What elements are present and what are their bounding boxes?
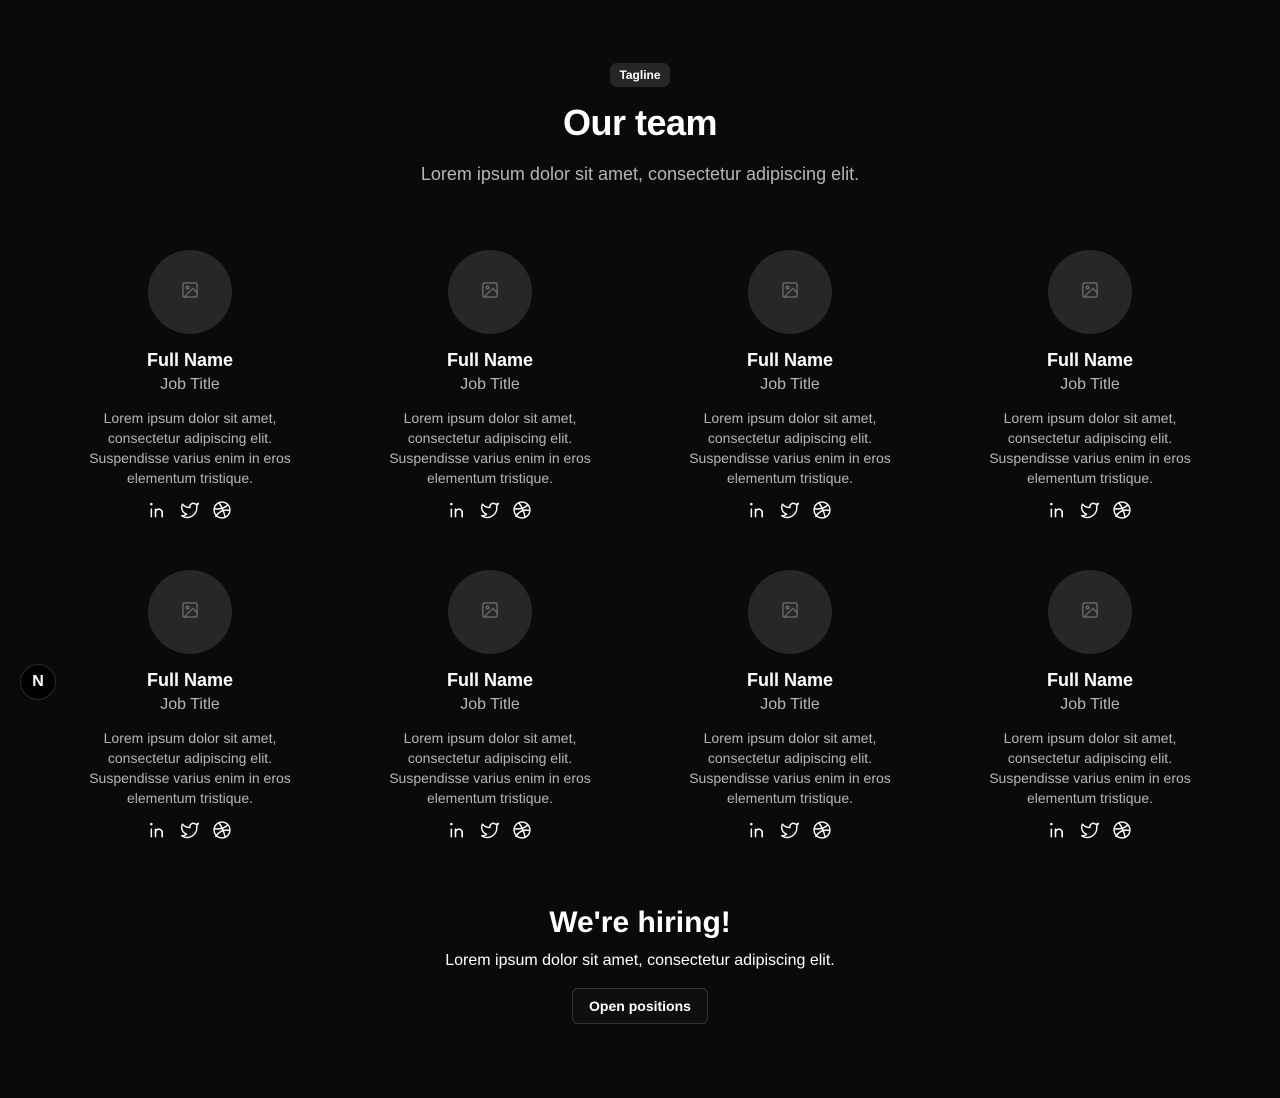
linkedin-icon[interactable]: [748, 820, 768, 840]
avatar: [148, 250, 232, 334]
image-placeholder-icon: [480, 280, 500, 305]
team-member-card: Full Name Job Title Lorem ipsum dolor sit …: [40, 250, 340, 570]
member-bio: Lorem ipsum dolor sit amet, consectetur …: [689, 410, 891, 486]
avatar: [748, 250, 832, 334]
team-member-card: Full Name Job Title Lorem ipsum dolor sit …: [340, 570, 640, 890]
member-bio: Lorem ipsum dolor sit amet, consectetur …: [989, 410, 1191, 486]
image-placeholder-icon: [1080, 280, 1100, 305]
member-bio: Lorem ipsum dolor sit amet, consectetur …: [89, 410, 291, 486]
page-subtitle: Lorem ipsum dolor sit amet, consectetur …: [420, 164, 860, 184]
image-placeholder-icon: [780, 600, 800, 625]
tagline-badge: Tagline: [610, 63, 670, 87]
dribbble-icon[interactable]: [812, 500, 832, 520]
linkedin-icon[interactable]: [448, 820, 468, 840]
dribbble-icon[interactable]: [212, 500, 232, 520]
team-member-card: Full Name Job Title Lorem ipsum dolor sit …: [940, 250, 1240, 570]
twitter-icon[interactable]: [480, 500, 500, 520]
member-job-title: Job Title: [760, 376, 820, 393]
dribbble-icon[interactable]: [212, 820, 232, 840]
avatar: [748, 570, 832, 654]
team-member-card: Full Name Job Title Lorem ipsum dolor sit …: [340, 250, 640, 570]
dribbble-icon[interactable]: [812, 820, 832, 840]
hiring-text: Lorem ipsum dolor sit amet, consectetur …: [445, 952, 835, 969]
linkedin-icon[interactable]: [448, 500, 468, 520]
social-links: [748, 500, 832, 520]
dribbble-icon[interactable]: [512, 500, 532, 520]
twitter-icon[interactable]: [180, 500, 200, 520]
linkedin-icon[interactable]: [148, 500, 168, 520]
hiring-title: We're hiring!: [549, 906, 731, 939]
member-name: Full Name: [746, 350, 834, 370]
member-name: Full Name: [446, 350, 534, 370]
avatar: [1048, 570, 1132, 654]
twitter-icon[interactable]: [480, 820, 500, 840]
twitter-icon[interactable]: [780, 500, 800, 520]
member-job-title: Job Title: [1060, 376, 1120, 393]
image-placeholder-icon: [1080, 600, 1100, 625]
team-grid: Full Name Job Title Lorem ipsum dolor sit …: [40, 250, 1240, 890]
twitter-icon[interactable]: [180, 820, 200, 840]
avatar: [1048, 250, 1132, 334]
member-name: Full Name: [146, 350, 234, 370]
dribbble-icon[interactable]: [512, 820, 532, 840]
member-job-title: Job Title: [460, 696, 520, 713]
image-placeholder-icon: [180, 280, 200, 305]
avatar: [448, 250, 532, 334]
member-name: Full Name: [446, 670, 534, 690]
image-placeholder-icon: [780, 280, 800, 305]
avatar: [148, 570, 232, 654]
social-links: [448, 500, 532, 520]
image-placeholder-icon: [480, 600, 500, 625]
team-member-card: Full Name Job Title Lorem ipsum dolor sit …: [640, 250, 940, 570]
nextjs-dev-badge[interactable]: N: [20, 664, 56, 700]
twitter-icon[interactable]: [1080, 500, 1100, 520]
page-title: Our team: [562, 102, 718, 143]
social-links: [148, 500, 232, 520]
linkedin-icon[interactable]: [148, 820, 168, 840]
social-links: [148, 820, 232, 840]
team-member-card: Full Name Job Title Lorem ipsum dolor sit …: [940, 570, 1240, 890]
image-placeholder-icon: [180, 600, 200, 625]
member-bio: Lorem ipsum dolor sit amet, consectetur …: [89, 730, 291, 806]
member-bio: Lorem ipsum dolor sit amet, consectetur …: [989, 730, 1191, 806]
linkedin-icon[interactable]: [1048, 500, 1068, 520]
member-name: Full Name: [746, 670, 834, 690]
member-job-title: Job Title: [160, 696, 220, 713]
team-page: Tagline Our team Lorem ipsum dolor sit a…: [0, 0, 1280, 1098]
member-bio: Lorem ipsum dolor sit amet, consectetur …: [389, 410, 591, 486]
member-job-title: Job Title: [460, 376, 520, 393]
dribbble-icon[interactable]: [1112, 500, 1132, 520]
social-links: [748, 820, 832, 840]
social-links: [448, 820, 532, 840]
team-member-card: Full Name Job Title Lorem ipsum dolor sit …: [40, 570, 340, 890]
social-links: [1048, 820, 1132, 840]
member-name: Full Name: [1046, 670, 1134, 690]
linkedin-icon[interactable]: [1048, 820, 1068, 840]
twitter-icon[interactable]: [780, 820, 800, 840]
team-member-card: Full Name Job Title Lorem ipsum dolor sit …: [640, 570, 940, 890]
team-header: Tagline Our team Lorem ipsum dolor sit a…: [0, 0, 1280, 185]
member-name: Full Name: [146, 670, 234, 690]
open-positions-button[interactable]: Open positions: [572, 988, 708, 1024]
member-job-title: Job Title: [760, 696, 820, 713]
linkedin-icon[interactable]: [748, 500, 768, 520]
member-bio: Lorem ipsum dolor sit amet, consectetur …: [689, 730, 891, 806]
member-job-title: Job Title: [1060, 696, 1120, 713]
member-job-title: Job Title: [160, 376, 220, 393]
hiring-section: We're hiring! Lorem ipsum dolor sit amet…: [0, 905, 1280, 1024]
dribbble-icon[interactable]: [1112, 820, 1132, 840]
member-bio: Lorem ipsum dolor sit amet, consectetur …: [389, 730, 591, 806]
social-links: [1048, 500, 1132, 520]
member-name: Full Name: [1046, 350, 1134, 370]
avatar: [448, 570, 532, 654]
twitter-icon[interactable]: [1080, 820, 1100, 840]
